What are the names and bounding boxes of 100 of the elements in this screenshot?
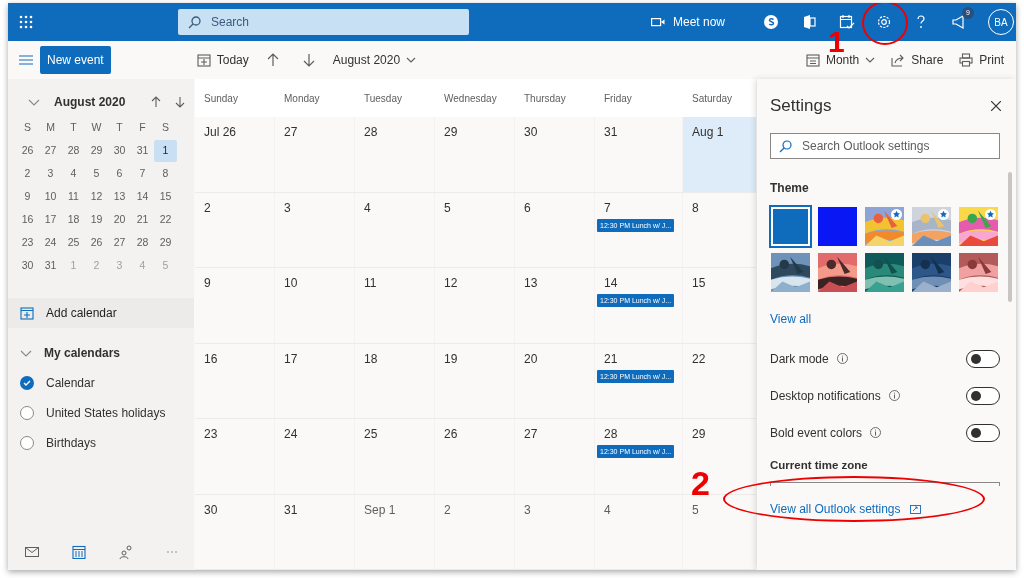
- day-cell[interactable]: 4: [355, 192, 435, 267]
- date-cell[interactable]: 14: [131, 186, 154, 208]
- share-button[interactable]: Share: [891, 51, 944, 69]
- app-launcher-icon[interactable]: [19, 15, 33, 29]
- date-cell[interactable]: 11: [62, 186, 85, 208]
- day-cell[interactable]: 22: [683, 343, 756, 418]
- day-cell[interactable]: 2: [195, 192, 275, 267]
- people-icon[interactable]: [118, 545, 133, 559]
- calendar-checkbox[interactable]: [20, 436, 34, 450]
- calendar-checkbox[interactable]: [20, 406, 34, 420]
- day-cell[interactable]: 23: [195, 419, 275, 494]
- view-all-link[interactable]: View all: [770, 310, 812, 328]
- date-cell[interactable]: 19: [85, 209, 108, 231]
- info-icon[interactable]: [836, 353, 848, 364]
- day-cell[interactable]: 3: [275, 192, 355, 267]
- date-cell[interactable]: 2: [16, 163, 39, 185]
- date-cell[interactable]: 26: [16, 140, 39, 162]
- office-icon[interactable]: [801, 14, 818, 30]
- calendar-name[interactable]: Birthdays: [46, 434, 97, 452]
- day-cell[interactable]: 27: [275, 117, 355, 192]
- date-cell[interactable]: 5: [85, 163, 108, 185]
- info-icon[interactable]: [870, 427, 882, 438]
- day-cell[interactable]: 13: [515, 268, 595, 343]
- date-cell[interactable]: 27: [39, 140, 62, 162]
- date-cell[interactable]: 16: [16, 209, 39, 231]
- date-cell[interactable]: 23: [16, 232, 39, 254]
- date-cell[interactable]: 10: [39, 186, 62, 208]
- day-cell[interactable]: 12: [435, 268, 515, 343]
- time-zone-field[interactable]: [770, 482, 1000, 487]
- date-cell[interactable]: 12: [85, 186, 108, 208]
- day-cell[interactable]: Jul 26: [195, 117, 275, 192]
- day-cell[interactable]: 31: [595, 117, 683, 192]
- search-field[interactable]: Search: [178, 9, 469, 35]
- date-cell[interactable]: 4: [62, 163, 85, 185]
- date-cell[interactable]: 29: [154, 232, 177, 254]
- settings-search-input[interactable]: Search Outlook settings: [800, 136, 990, 156]
- day-cell[interactable]: 11: [355, 268, 435, 343]
- day-cell[interactable]: Aug 1: [683, 117, 756, 192]
- month-picker-button[interactable]: August 2020: [332, 51, 417, 69]
- day-cell[interactable]: 8: [683, 192, 756, 267]
- settings-icon[interactable]: [876, 14, 893, 30]
- date-cell[interactable]: 18: [62, 209, 85, 231]
- day-cell[interactable]: 30: [195, 494, 275, 569]
- date-cell[interactable]: 21: [131, 209, 154, 231]
- date-cell[interactable]: 31: [131, 140, 154, 162]
- day-cell[interactable]: 30: [515, 117, 595, 192]
- date-cell[interactable]: 6: [108, 163, 131, 185]
- day-cell[interactable]: 10: [275, 268, 355, 343]
- day-cell[interactable]: 3: [515, 494, 595, 569]
- date-cell[interactable]: 22: [154, 209, 177, 231]
- arrow-up-icon[interactable]: [266, 53, 279, 67]
- meet-now-button[interactable]: Meet now: [651, 13, 726, 31]
- day-cell[interactable]: 26: [435, 419, 515, 494]
- date-cell[interactable]: 28: [62, 140, 85, 162]
- date-cell[interactable]: 8: [154, 163, 177, 185]
- date-cell[interactable]: 15: [154, 186, 177, 208]
- chevron-down-icon[interactable]: [28, 98, 40, 106]
- date-cell[interactable]: 31: [39, 255, 62, 277]
- day-cell[interactable]: 18: [355, 343, 435, 418]
- arrow-down-icon[interactable]: [302, 53, 315, 67]
- date-cell[interactable]: 29: [85, 140, 108, 162]
- new-event-button[interactable]: New event: [40, 46, 111, 74]
- day-cell[interactable]: 16: [195, 343, 275, 418]
- toggle-switch[interactable]: [966, 349, 1000, 368]
- day-cell[interactable]: 5: [435, 192, 515, 267]
- day-cell[interactable]: 17: [275, 343, 355, 418]
- external-link-icon[interactable]: [909, 504, 921, 514]
- today-button[interactable]: Today: [196, 51, 249, 69]
- date-cell[interactable]: 26: [85, 232, 108, 254]
- day-cell[interactable]: 27: [515, 419, 595, 494]
- mail-icon[interactable]: [24, 547, 39, 557]
- calendar-check-icon[interactable]: [839, 14, 856, 30]
- date-cell[interactable]: 7: [131, 163, 154, 185]
- day-cell[interactable]: 31: [275, 494, 355, 569]
- day-cell[interactable]: 4: [595, 494, 683, 569]
- calendar-name[interactable]: United States holidays: [46, 404, 166, 422]
- day-cell[interactable]: 25: [355, 419, 435, 494]
- day-cell[interactable]: 9: [195, 268, 275, 343]
- date-cell[interactable]: 27: [108, 232, 131, 254]
- settings-search-field[interactable]: Search Outlook settings: [770, 133, 1000, 159]
- print-button[interactable]: Print: [959, 51, 1004, 69]
- day-cell[interactable]: 15: [683, 268, 756, 343]
- date-cell[interactable]: 13: [108, 186, 131, 208]
- date-cell[interactable]: 17: [39, 209, 62, 231]
- arrow-up-icon[interactable]: [151, 96, 162, 108]
- day-cell[interactable]: 24: [275, 419, 355, 494]
- day-cell[interactable]: 5: [683, 494, 756, 569]
- day-cell[interactable]: 28: [355, 117, 435, 192]
- search-input[interactable]: Search: [209, 12, 449, 32]
- toggle-switch[interactable]: [966, 423, 1000, 442]
- close-icon[interactable]: [991, 101, 1001, 111]
- date-cell[interactable]: 24: [39, 232, 62, 254]
- arrow-down-icon[interactable]: [175, 96, 186, 108]
- info-icon[interactable]: [888, 390, 900, 401]
- day-cell[interactable]: 6: [515, 192, 595, 267]
- date-cell[interactable]: 9: [16, 186, 39, 208]
- skype-icon[interactable]: [763, 14, 780, 30]
- date-cell[interactable]: 30: [16, 255, 39, 277]
- scrollbar[interactable]: [1008, 172, 1012, 302]
- date-cell[interactable]: 30: [108, 140, 131, 162]
